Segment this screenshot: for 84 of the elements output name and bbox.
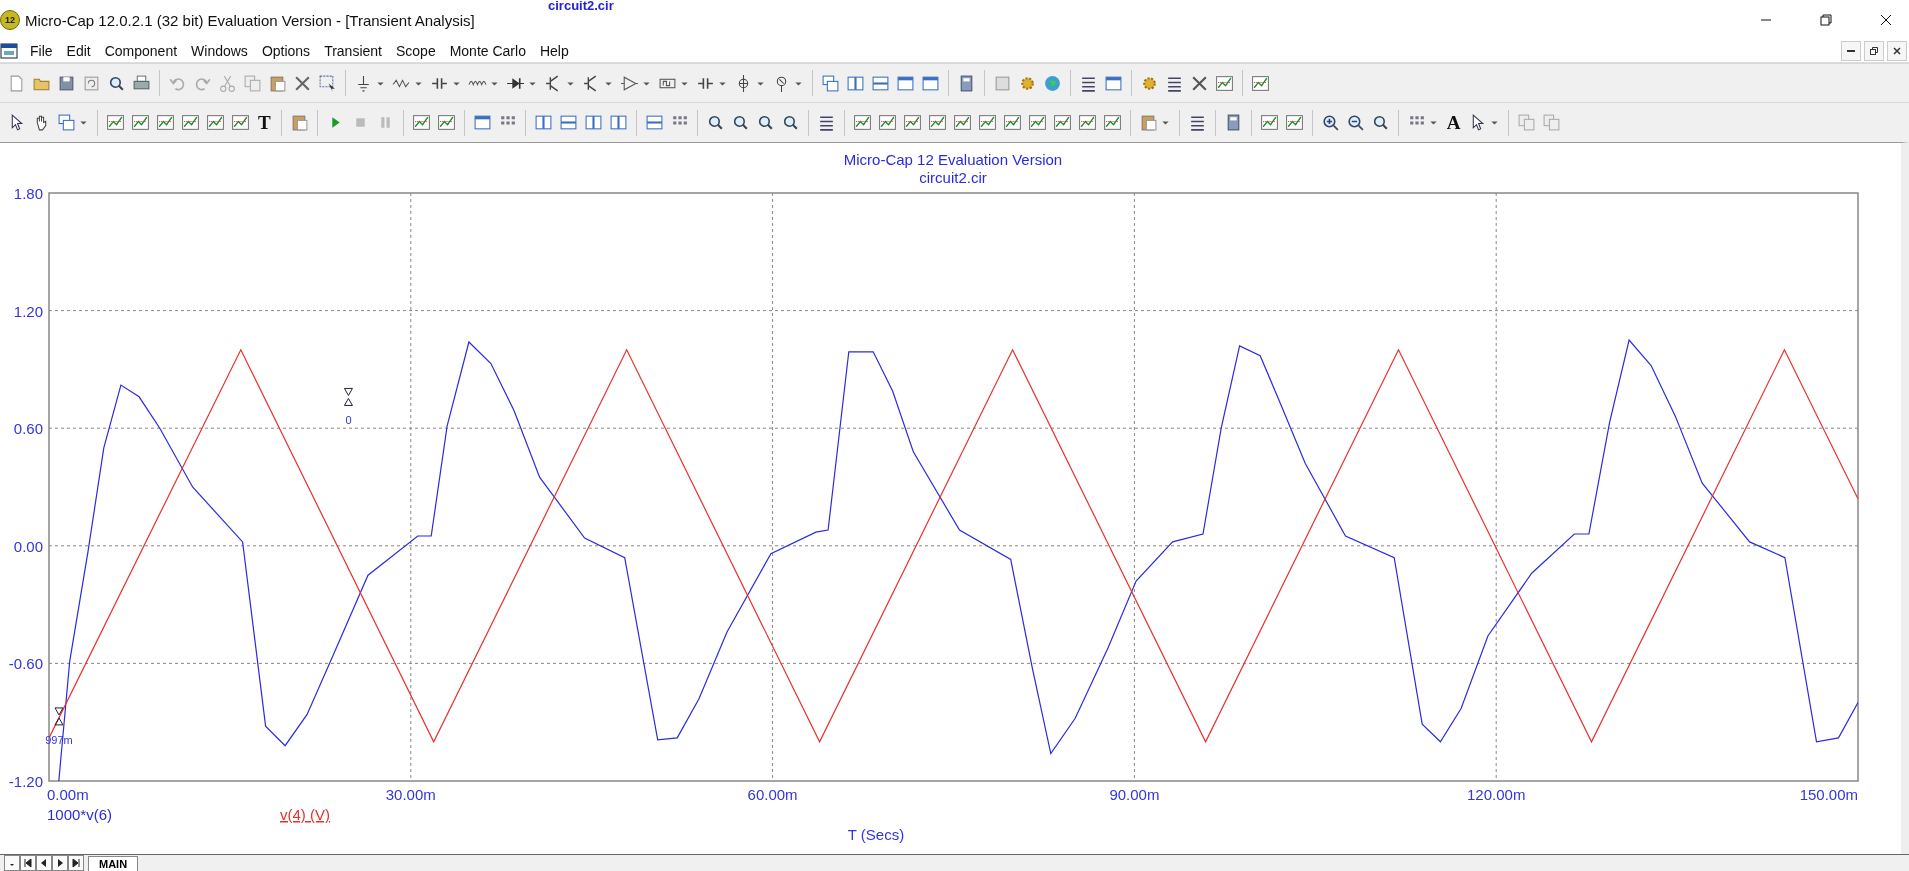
navigation-button[interactable] <box>20 855 36 871</box>
navigation-button[interactable] <box>52 855 68 871</box>
graph-icon[interactable] <box>436 113 456 132</box>
menu-item[interactable]: File <box>24 43 61 59</box>
cursor-marker-icon[interactable] <box>343 387 353 406</box>
text-tool[interactable]: A <box>1446 111 1461 134</box>
split-rows-icon[interactable] <box>558 113 578 132</box>
x-tick-label: 120.00m <box>1467 786 1526 803</box>
restore-icon <box>1869 46 1879 56</box>
x-axis-title: T (Secs) <box>847 826 905 843</box>
close-icon <box>1892 46 1902 56</box>
close-button[interactable] <box>1887 41 1907 61</box>
graph-icon[interactable] <box>1215 73 1234 93</box>
graph-icon[interactable] <box>1251 73 1270 93</box>
graph-icon[interactable] <box>952 113 972 132</box>
globe-icon[interactable] <box>1043 73 1062 93</box>
menu-item[interactable]: Windows <box>185 43 256 59</box>
graph-icon[interactable] <box>902 113 922 132</box>
left-arrow-icon <box>39 858 49 868</box>
y-tick-label: 0.00 <box>13 537 43 555</box>
zoom-in-icon[interactable] <box>1320 113 1340 132</box>
window-title: Micro-Cap 12.0.2.1 (32 bit) Evaluation Version - [Transient Analysis] <box>25 11 475 29</box>
split-columns-icon[interactable] <box>608 113 628 132</box>
x-tick-label: 90.00m <box>1109 786 1160 803</box>
app-icon: 12 <box>0 10 20 30</box>
graph-icon[interactable] <box>231 113 250 132</box>
graph-icon[interactable] <box>852 113 872 132</box>
graph-icon[interactable] <box>131 113 150 132</box>
graph-icon[interactable] <box>1102 113 1122 132</box>
graph-icon[interactable] <box>411 113 431 132</box>
menu-item[interactable]: Help <box>533 43 577 59</box>
split-columns-icon[interactable] <box>583 113 603 132</box>
graph-icon[interactable] <box>1052 113 1072 132</box>
graph-icon[interactable] <box>156 113 175 132</box>
legend-label[interactable]: v(4) (V) <box>280 806 330 823</box>
cascade-windows-icon[interactable] <box>821 73 840 93</box>
x-tick-label: 30.00m <box>385 786 436 803</box>
window-icon[interactable] <box>472 113 492 132</box>
graph-icon[interactable] <box>181 113 200 132</box>
cursor-marker-icon[interactable] <box>54 707 64 726</box>
menu-item[interactable]: Transient <box>318 43 390 59</box>
page-tab[interactable]: MAIN <box>88 856 139 871</box>
chart-title: Micro-Cap 12 Evaluation Version <box>843 151 1063 168</box>
chart-subtitle: circuit2.cir <box>919 169 987 186</box>
graph-icon[interactable] <box>1002 113 1022 132</box>
graph-icon[interactable] <box>206 113 225 132</box>
x-tick-label: 0.00m <box>47 786 89 803</box>
graph-icon[interactable] <box>1027 113 1047 132</box>
minimize-icon <box>1847 50 1855 52</box>
graph-icon[interactable] <box>877 113 897 132</box>
legend-label[interactable]: 1000*v(6) <box>47 806 113 823</box>
restore-button[interactable] <box>1864 41 1884 61</box>
graph-icon[interactable] <box>106 113 125 132</box>
graph-icon[interactable] <box>1284 113 1304 132</box>
y-tick-label: -0.60 <box>8 655 43 673</box>
graph-icon[interactable] <box>977 113 997 132</box>
graph-icon[interactable] <box>927 113 947 132</box>
navigation-button[interactable] <box>68 855 84 871</box>
text-tool[interactable]: T <box>258 111 271 134</box>
navigation-button[interactable] <box>36 855 52 871</box>
right-arrow-icon <box>55 858 65 868</box>
graph-icon[interactable] <box>1259 113 1279 132</box>
split-rows-icon[interactable] <box>644 113 664 132</box>
menu-item[interactable]: Scope <box>389 43 444 59</box>
cascade-windows-icon[interactable] <box>57 113 76 132</box>
cursor-value: 0 <box>345 414 352 427</box>
zoom-out-icon[interactable] <box>1345 113 1365 132</box>
graph-icon[interactable] <box>1077 113 1097 132</box>
menu-item[interactable]: Options <box>255 43 319 59</box>
window-icon[interactable] <box>0 43 18 59</box>
y-tick-label: 1.80 <box>13 185 43 202</box>
y-tick-label: 1.20 <box>13 302 43 320</box>
y-tick-label: -1.20 <box>8 773 43 790</box>
left-arrow-icon <box>23 858 33 868</box>
y-tick-label: 0.60 <box>13 420 43 438</box>
minimize-button[interactable] <box>1841 41 1861 61</box>
file-name: circuit2.cir <box>548 0 614 13</box>
menu-item[interactable]: Component <box>98 43 186 59</box>
right-arrow-icon <box>71 858 81 868</box>
x-tick-label: 60.00m <box>747 786 798 803</box>
x-tick-label: 150.00m <box>1799 786 1858 803</box>
split-columns-icon[interactable] <box>533 113 553 132</box>
menu-item[interactable]: Monte Carlo <box>443 43 534 59</box>
menu-item[interactable]: Edit <box>60 43 99 59</box>
